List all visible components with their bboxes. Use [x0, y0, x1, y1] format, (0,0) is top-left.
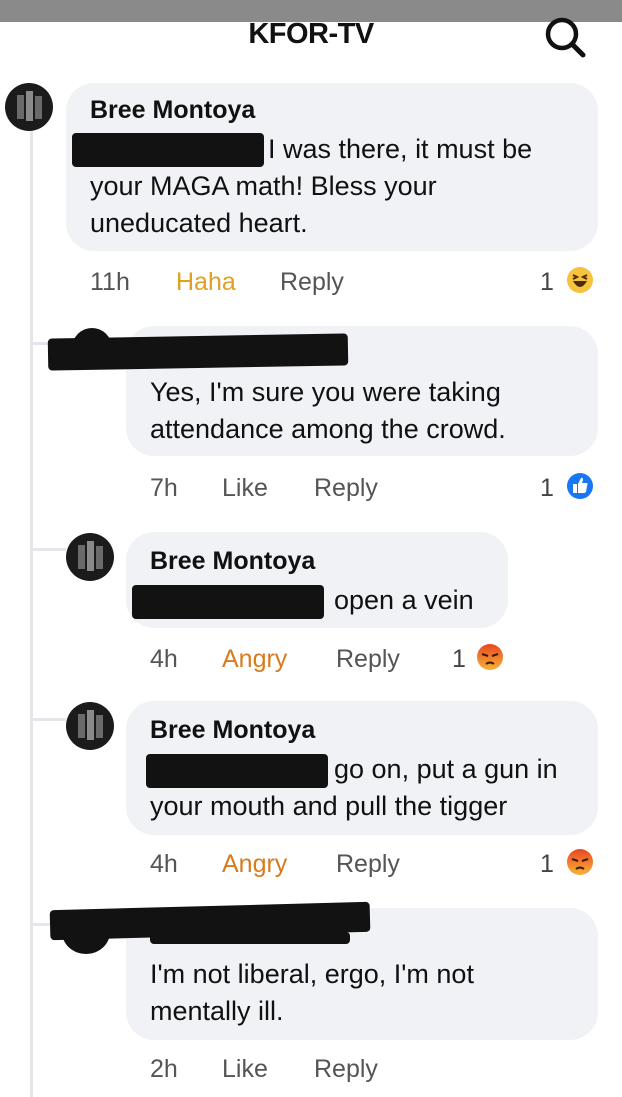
reaction-button[interactable]: Angry — [222, 850, 287, 879]
reaction-count[interactable]: 1 — [540, 268, 554, 297]
redaction-bar — [146, 754, 328, 788]
reaction-button[interactable]: Angry — [222, 645, 287, 674]
like-button[interactable]: Like — [222, 474, 268, 503]
search-icon — [545, 17, 586, 58]
like-thumb-icon — [567, 473, 593, 499]
reaction-button[interactable]: Haha — [176, 268, 236, 297]
angry-emoji-icon — [567, 849, 593, 875]
redaction-bar — [132, 585, 324, 619]
comment-text: Yes, I'm sure you were taking — [150, 377, 501, 407]
comment-author[interactable]: Bree Montoya — [150, 547, 315, 576]
reply-button[interactable]: Reply — [314, 1055, 378, 1084]
redaction-bar — [72, 133, 264, 167]
avatar[interactable] — [66, 702, 114, 750]
comment-text: go on, put a gun in — [334, 754, 558, 784]
avatar-photo-icon — [78, 710, 103, 740]
search-button[interactable] — [538, 14, 592, 58]
reaction-count[interactable]: 1 — [452, 645, 466, 674]
comment-text: attendance among the crowd. — [150, 414, 506, 444]
reply-button[interactable]: Reply — [314, 474, 378, 503]
avatar-photo-icon — [17, 91, 42, 121]
comment-timestamp: 7h — [150, 474, 178, 502]
thread-branch — [30, 548, 66, 551]
comment-text: I was there, it must be — [268, 134, 533, 164]
reply-button[interactable]: Reply — [336, 645, 400, 674]
comment-text: open a vein — [334, 585, 474, 615]
haha-emoji-icon — [567, 267, 593, 293]
reply-button[interactable]: Reply — [336, 850, 400, 879]
avatar[interactable] — [62, 910, 110, 954]
page-title: KFOR-TV — [248, 18, 374, 50]
comment-author[interactable]: Bree Montoya — [150, 716, 315, 745]
comment-timestamp: 4h — [150, 850, 178, 878]
thread-line — [30, 130, 33, 1097]
thread-branch — [30, 718, 66, 721]
comment-text: mentally ill. — [150, 996, 284, 1026]
comment-author[interactable]: Bree Montoya — [90, 96, 255, 125]
reply-button[interactable]: Reply — [280, 268, 344, 297]
avatar-photo-icon — [78, 541, 103, 571]
comment-timestamp: 11h — [90, 268, 130, 296]
comment-timestamp: 4h — [150, 645, 178, 673]
avatar[interactable] — [72, 328, 112, 368]
avatar[interactable] — [66, 533, 114, 581]
reaction-count[interactable]: 1 — [540, 474, 554, 503]
reaction-count[interactable]: 1 — [540, 850, 554, 879]
comment-text: I'm not liberal, ergo, I'm not — [150, 959, 474, 989]
redaction-bar — [150, 932, 350, 944]
comment-text: your MAGA math! Bless your — [90, 171, 437, 201]
comment-text: your mouth and pull the tigger — [150, 791, 508, 821]
comment-timestamp: 2h — [150, 1055, 178, 1083]
angry-emoji-icon — [477, 644, 503, 670]
comment-text: uneducated heart. — [90, 208, 308, 238]
avatar[interactable] — [5, 83, 53, 131]
like-button[interactable]: Like — [222, 1055, 268, 1084]
